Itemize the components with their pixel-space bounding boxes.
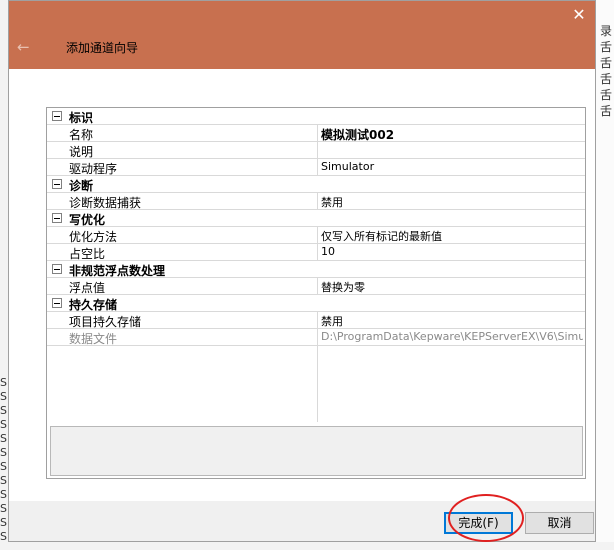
property-value[interactable]: 模拟测试002 <box>321 126 583 143</box>
property-grid-empty-area <box>47 346 585 422</box>
property-category[interactable]: 持久存储 <box>47 295 585 312</box>
collapse-toggle-icon[interactable] <box>52 179 62 189</box>
column-divider <box>317 193 318 210</box>
title-bar: ✕ ← 添加通道向导 <box>9 1 595 69</box>
category-label: 非规范浮点数处理 <box>69 264 166 278</box>
property-grid: 标识 名称 模拟测试002 说明 驱动程序 Simulator 诊断 诊断数据捕获 禁用 写优化优… <box>46 107 586 479</box>
dialog-title: 添加通道向导 <box>66 41 139 55</box>
property-value[interactable]: D:\ProgramData\Kepware\KEPServerEX\V6\Si… <box>321 330 583 343</box>
property-description-panel <box>50 426 583 476</box>
column-divider <box>317 312 318 329</box>
property-name: 名称 <box>69 128 94 142</box>
background-text: S <box>0 404 7 417</box>
close-icon[interactable]: ✕ <box>571 7 587 23</box>
property-name: 说明 <box>69 145 94 159</box>
collapse-toggle-icon[interactable] <box>52 298 62 308</box>
background-text: S <box>0 432 7 445</box>
background-window-bottom <box>0 542 614 550</box>
add-channel-wizard-dialog: ✕ ← 添加通道向导 标识 名称 模拟测试002 说明 驱动程序 Simulator 诊断诊… <box>8 0 596 542</box>
collapse-toggle-icon[interactable] <box>52 264 62 274</box>
background-text: 录 <box>600 24 613 38</box>
background-text: S <box>0 530 7 543</box>
property-row[interactable]: 占空比 10 <box>47 244 585 261</box>
background-text: S <box>0 488 7 501</box>
property-rows: 标识 名称 模拟测试002 说明 驱动程序 Simulator 诊断 诊断数据捕获 禁用 写优化优… <box>47 108 585 355</box>
background-text: S <box>0 502 7 515</box>
background-text: 舌 <box>600 88 613 102</box>
category-label: 持久存储 <box>69 298 118 312</box>
property-value[interactable]: 禁用 <box>321 194 583 210</box>
property-value[interactable]: 10 <box>321 245 583 258</box>
column-divider <box>317 142 318 159</box>
background-text: S <box>0 418 7 431</box>
column-divider <box>317 329 318 346</box>
background-text: S <box>0 474 7 487</box>
property-category[interactable]: 标识 <box>47 108 585 125</box>
property-value[interactable]: 替换为零 <box>321 279 583 295</box>
column-divider <box>317 278 318 295</box>
background-text: 舌 <box>600 40 613 54</box>
column-divider <box>317 227 318 244</box>
property-name: 驱动程序 <box>69 162 118 176</box>
cancel-button[interactable]: 取消 <box>525 512 594 534</box>
property-name: 浮点值 <box>69 281 106 295</box>
category-label: 标识 <box>69 111 94 125</box>
column-divider <box>317 159 318 176</box>
property-row[interactable]: 驱动程序 Simulator <box>47 159 585 176</box>
column-divider <box>317 346 318 422</box>
column-divider <box>317 125 318 142</box>
property-value[interactable]: 禁用 <box>321 313 583 329</box>
background-text: 舌 <box>600 104 613 118</box>
background-text: S <box>0 460 7 473</box>
property-row[interactable]: 优化方法 仅写入所有标记的最新值 <box>47 227 585 244</box>
annotation-circle <box>448 494 524 542</box>
property-row[interactable]: 诊断数据捕获 禁用 <box>47 193 585 210</box>
background-text: 舌 <box>600 56 613 70</box>
background-text: S <box>0 390 7 403</box>
property-row[interactable]: 浮点值 替换为零 <box>47 278 585 295</box>
property-row[interactable]: 数据文件 D:\ProgramData\Kepware\KEPServerEX\V… <box>47 329 585 346</box>
category-label: 诊断 <box>69 179 94 193</box>
property-value[interactable]: 仅写入所有标记的最新值 <box>321 228 583 244</box>
property-row[interactable]: 名称 模拟测试002 <box>47 125 585 142</box>
property-row[interactable]: 项目持久存储 禁用 <box>47 312 585 329</box>
background-text: S <box>0 376 7 389</box>
property-name: 占空比 <box>69 247 106 261</box>
property-category[interactable]: 诊断 <box>47 176 585 193</box>
collapse-toggle-icon[interactable] <box>52 111 62 121</box>
property-row[interactable]: 说明 <box>47 142 585 159</box>
property-name: 优化方法 <box>69 230 118 244</box>
column-divider <box>317 244 318 261</box>
background-window-right: 录舌舌舌舌舌 <box>596 0 614 550</box>
category-label: 写优化 <box>69 213 106 227</box>
wizard-content: 标识 名称 模拟测试002 说明 驱动程序 Simulator 诊断 诊断数据捕获 禁用 写优化优… <box>9 69 595 501</box>
property-value[interactable]: Simulator <box>321 160 583 173</box>
property-category[interactable]: 非规范浮点数处理 <box>47 261 585 278</box>
background-text: S <box>0 446 7 459</box>
background-text: S <box>0 516 7 529</box>
back-arrow-icon[interactable]: ← <box>17 39 33 55</box>
property-name: 诊断数据捕获 <box>69 196 142 210</box>
property-name: 项目持久存储 <box>69 315 142 329</box>
property-category[interactable]: 写优化 <box>47 210 585 227</box>
collapse-toggle-icon[interactable] <box>52 213 62 223</box>
background-text: 舌 <box>600 72 613 86</box>
property-name: 数据文件 <box>69 332 118 346</box>
